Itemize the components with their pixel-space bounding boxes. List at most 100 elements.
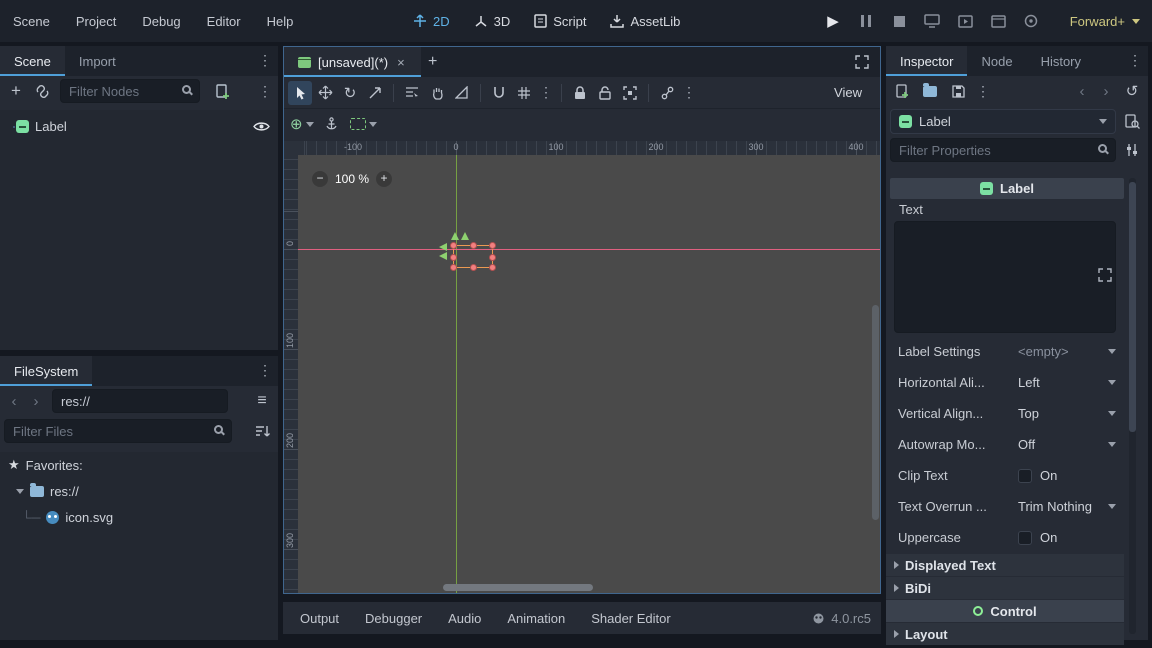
anchor-preset-button[interactable] (350, 112, 377, 136)
section-bidi[interactable]: BiDi (886, 577, 1124, 599)
open-docs-button[interactable] (1120, 109, 1144, 133)
selection-handle[interactable] (489, 254, 496, 261)
menu-project[interactable]: Project (63, 0, 129, 42)
history-back-icon[interactable]: ‹ (4, 393, 24, 410)
dock-options-icon[interactable]: ⋮ (1126, 52, 1144, 69)
editor-2d-button[interactable]: 2D (405, 6, 458, 36)
node-selector[interactable]: Label (890, 109, 1116, 134)
horizontal-scrollbar[interactable] (443, 584, 593, 591)
dock-options-icon[interactable]: ⋮ (256, 362, 274, 379)
clip-text-checkbox[interactable]: On (1018, 468, 1057, 483)
scene-tab-unsaved[interactable]: [unsaved](*) × (284, 47, 421, 77)
unlock-button[interactable] (593, 81, 617, 105)
movie-mode-button[interactable] (1020, 10, 1042, 32)
add-node-button[interactable]: + (4, 79, 28, 103)
history-forward-icon[interactable]: › (26, 393, 46, 410)
pan-tool-button[interactable] (425, 81, 449, 105)
uppercase-checkbox[interactable]: On (1018, 530, 1057, 545)
edit-back-icon[interactable]: ‹ (1072, 83, 1092, 100)
bottom-tab-audio[interactable]: Audio (435, 611, 494, 626)
vertical-scrollbar[interactable] (872, 305, 879, 520)
filter-files-input[interactable] (4, 419, 232, 443)
bottom-tab-output[interactable]: Output (287, 611, 352, 626)
selection-handle[interactable] (489, 264, 496, 271)
stop-button[interactable] (888, 10, 910, 32)
menu-debug[interactable]: Debug (129, 0, 193, 42)
tab-filesystem[interactable]: FileSystem (0, 356, 92, 386)
filter-properties-input[interactable] (890, 138, 1116, 162)
move-tool-button[interactable] (313, 81, 337, 105)
horizontal-alignment-dropdown[interactable]: Left (1018, 375, 1116, 390)
new-resource-button[interactable] (890, 79, 914, 103)
vertical-alignment-dropdown[interactable]: Top (1018, 406, 1116, 421)
bottom-tab-debugger[interactable]: Debugger (352, 611, 435, 626)
select-tool-button[interactable] (288, 81, 312, 105)
property-filter-options-button[interactable] (1120, 138, 1144, 162)
collapse-icon[interactable] (16, 489, 24, 494)
selection-handle[interactable] (450, 242, 457, 249)
object-history-button[interactable]: ↺ (1120, 79, 1144, 103)
tab-history[interactable]: History (1027, 46, 1095, 76)
grid-snap-button[interactable] (512, 81, 536, 105)
expand-text-button[interactable] (1098, 268, 1112, 282)
attach-script-button[interactable] (210, 79, 234, 103)
selection-handle[interactable] (470, 264, 477, 271)
tab-node[interactable]: Node (967, 46, 1026, 76)
zoom-in-button[interactable]: + (376, 171, 392, 187)
tab-import[interactable]: Import (65, 46, 130, 76)
scene-tree-options-icon[interactable]: ⋮ (256, 83, 274, 100)
canvas-viewport[interactable]: − 100 % + (298, 155, 880, 593)
scene-tree-row-label[interactable]: Label (0, 113, 278, 139)
zoom-level[interactable]: 100 % (335, 172, 369, 186)
tab-scene[interactable]: Scene (0, 46, 65, 76)
renderer-select[interactable]: Forward+ (1070, 14, 1140, 29)
text-overrun-dropdown[interactable]: Trim Nothing (1018, 499, 1116, 514)
editor-assetlib-button[interactable]: AssetLib (602, 6, 688, 36)
instance-scene-button[interactable] (30, 79, 54, 103)
smart-snap-button[interactable] (487, 81, 511, 105)
bottom-tab-shader-editor[interactable]: Shader Editor (578, 611, 684, 626)
list-select-button[interactable] (400, 81, 424, 105)
lock-button[interactable] (568, 81, 592, 105)
autowrap-mode-dropdown[interactable]: Off (1018, 437, 1116, 452)
section-displayed-text[interactable]: Displayed Text (886, 554, 1124, 576)
category-label[interactable]: Label (890, 178, 1124, 199)
ruler-tool-button[interactable] (450, 81, 474, 105)
snap-options-icon[interactable]: ⋮ (537, 84, 555, 101)
dock-options-icon[interactable]: ⋮ (256, 52, 274, 69)
editor-3d-button[interactable]: 3D (466, 6, 519, 36)
view-menu[interactable]: View (828, 85, 868, 100)
tab-inspector[interactable]: Inspector (886, 46, 967, 76)
filesystem-row-iconsvg[interactable]: └─ icon.svg (0, 504, 278, 530)
scrollbar-thumb[interactable] (1129, 182, 1136, 432)
resource-options-icon[interactable]: ⋮ (974, 83, 992, 100)
label-settings-dropdown[interactable]: <empty> (1018, 344, 1116, 359)
selection-handle[interactable] (489, 242, 496, 249)
visibility-toggle[interactable] (253, 120, 270, 133)
anchor-button[interactable] (320, 112, 344, 136)
play-custom-scene-button[interactable] (987, 10, 1009, 32)
distraction-free-button[interactable] (850, 50, 874, 74)
selection-handle[interactable] (450, 264, 457, 271)
skeleton-options-icon[interactable]: ⋮ (680, 84, 698, 101)
version-info[interactable]: 4.0.rc5 (812, 611, 871, 626)
sort-files-button[interactable] (250, 419, 274, 443)
skeleton-button[interactable] (655, 81, 679, 105)
favorites-row[interactable]: ★ Favorites: (0, 452, 278, 478)
text-property-field[interactable] (894, 221, 1116, 333)
pause-button[interactable] (855, 10, 877, 32)
zoom-out-button[interactable]: − (312, 171, 328, 187)
position-widget-button[interactable]: ⊕ (290, 112, 314, 136)
bottom-tab-animation[interactable]: Animation (494, 611, 578, 626)
current-path-field[interactable] (52, 389, 228, 413)
filesystem-menu-icon[interactable]: ≡ (250, 389, 274, 413)
selection-handle[interactable] (470, 242, 477, 249)
load-resource-button[interactable] (918, 79, 942, 103)
editor-script-button[interactable]: Script (526, 6, 594, 36)
remote-debug-button[interactable] (921, 10, 943, 32)
group-button[interactable] (618, 81, 642, 105)
save-resource-button[interactable] (946, 79, 970, 103)
new-scene-tab-button[interactable]: + (421, 50, 445, 74)
selected-node-bounds[interactable] (453, 245, 493, 268)
menu-editor[interactable]: Editor (194, 0, 254, 42)
